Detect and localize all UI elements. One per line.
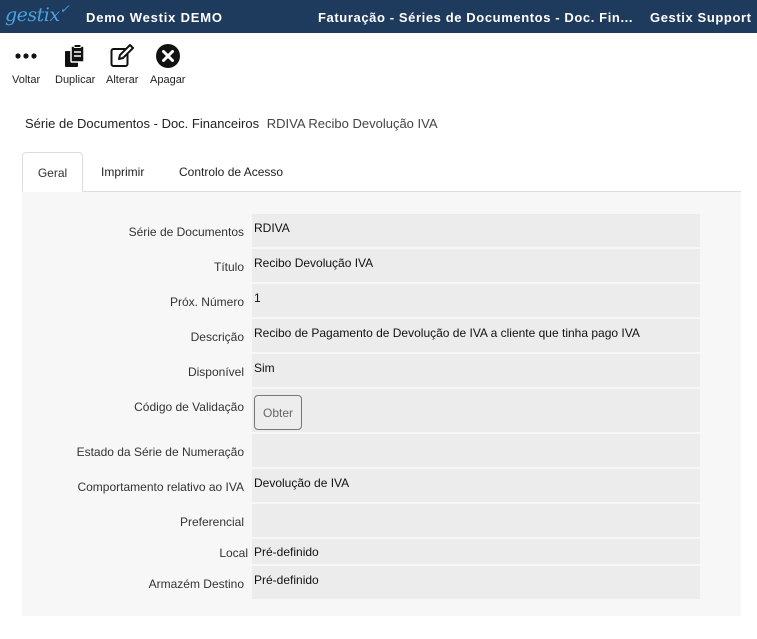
edit-icon [109,42,135,70]
tab-controlo-acesso[interactable]: Controlo de Acesso [179,152,283,192]
descricao-label: Descrição [190,330,244,344]
serie-value: RDIVA [254,221,290,235]
estado-serie-field[interactable] [252,434,700,467]
disponivel-value: Sim [254,361,275,375]
prox-numero-label: Próx. Número [169,295,244,309]
local-value: Pré-definido [254,545,319,559]
comportamento-iva-label: Comportamento relativo ao IVA [77,480,244,494]
company-name[interactable]: Demo Westix DEMO [86,10,223,25]
tab-geral[interactable]: Geral [22,152,83,192]
duplicate-icon [62,42,88,70]
obter-button[interactable]: Obter [254,395,302,430]
titulo-label: Título [213,260,244,274]
duplicate-button[interactable]: Duplicar [55,42,95,86]
armazem-destino-field[interactable]: Pré-definido [252,566,700,599]
module-title[interactable]: Faturação - Séries de Documentos - Doc. … [318,10,633,25]
preferencial-label: Preferencial [179,515,244,529]
local-field[interactable]: Pré-definido [252,539,700,564]
prox-numero-value: 1 [254,291,261,305]
duplicate-button-label: Duplicar [55,74,96,86]
page-title: Série de Documentos - Doc. Financeiros R… [25,116,438,131]
serie-label: Série de Documentos [128,225,244,239]
codigo-validacao-label: Código de Validação [134,400,244,414]
page-title-main: Série de Documentos - Doc. Financeiros [25,116,260,131]
more-dots-icon [14,42,38,70]
user-name[interactable]: Gestix Support [650,10,752,25]
codigo-validacao-field [252,389,700,432]
local-label: Local [219,546,248,560]
tab-bar: Geral Imprimir Controlo de Acesso [22,152,741,192]
disponivel-field[interactable]: Sim [252,354,700,387]
back-button[interactable]: Voltar [12,42,40,86]
page-subtitle: RDIVA Recibo Devolução IVA [266,116,438,131]
top-bar: gestix✓ Demo Westix DEMO Faturação - Sér… [0,0,757,33]
edit-button-label: Alterar [106,74,139,86]
descricao-field[interactable]: Recibo de Pagamento de Devolução de IVA … [252,319,700,352]
comportamento-iva-value: Devolução de IVA [254,476,350,490]
delete-button[interactable]: Apagar [150,42,185,86]
armazem-destino-value: Pré-definido [254,573,319,587]
titulo-value: Recibo Devolução IVA [254,256,374,270]
comportamento-iva-field[interactable]: Devolução de IVA [252,469,700,502]
close-circle-icon [155,42,181,70]
titulo-field[interactable]: Recibo Devolução IVA [252,249,700,282]
logo-text: gestix [5,4,60,26]
back-button-label: Voltar [12,74,41,86]
delete-button-label: Apagar [150,74,186,86]
tab-imprimir[interactable]: Imprimir [101,152,144,192]
edit-button[interactable]: Alterar [106,42,138,86]
gestix-logo[interactable]: gestix✓ [5,2,70,26]
descricao-value: Recibo de Pagamento de Devolução de IVA … [254,326,640,340]
disponivel-label: Disponível [187,365,244,379]
preferencial-field[interactable] [252,504,700,537]
logo-accent-icon: ✓ [59,2,70,16]
estado-serie-label: Estado da Série de Numeração [76,445,244,459]
serie-field[interactable]: RDIVA [252,214,700,247]
prox-numero-field[interactable]: 1 [252,284,700,317]
armazem-destino-label: Armazém Destino [148,577,244,591]
